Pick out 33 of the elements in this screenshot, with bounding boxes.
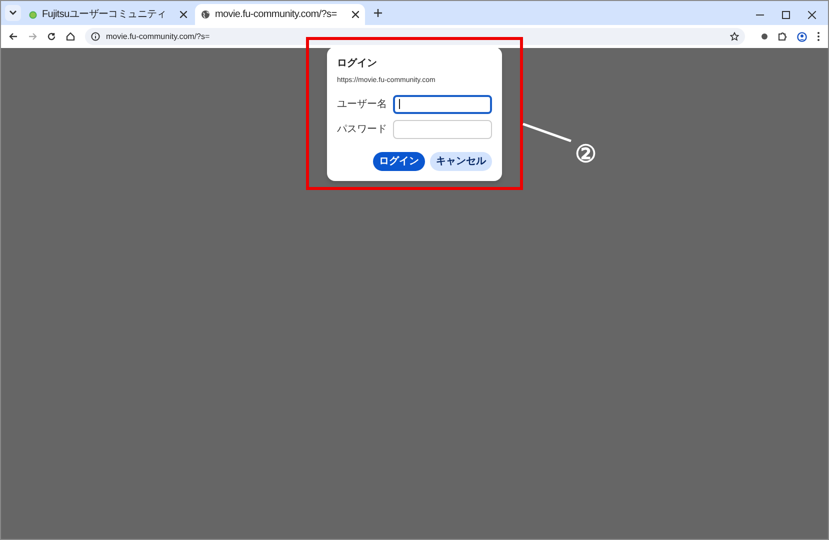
browser-tab[interactable]: Fujitsuユーザーコミュニティ: [23, 4, 193, 25]
plus-icon: [374, 9, 382, 17]
input-field[interactable]: [393, 94, 492, 114]
globe-icon: [201, 10, 210, 19]
browser-tab[interactable]: movie.fu-community.com/?s=: [195, 4, 365, 25]
extension-dot-icon[interactable]: [761, 33, 768, 40]
puzzle-icon[interactable]: [778, 32, 787, 41]
dialog-title: ログイン: [337, 59, 378, 69]
chevron-down-icon: [9, 10, 17, 16]
field-label: パスワード: [337, 122, 388, 136]
back-icon[interactable]: [9, 32, 18, 41]
close-icon[interactable]: [352, 11, 359, 18]
cancel-button[interactable]: キャンセル: [430, 152, 492, 170]
maximize-icon[interactable]: [782, 11, 790, 19]
profile-icon[interactable]: [797, 32, 807, 42]
info-icon[interactable]: [91, 32, 100, 41]
reload-icon[interactable]: [47, 32, 56, 41]
url-text: movie.fu-community.com/?s=: [106, 30, 210, 42]
address-bar[interactable]: movie.fu-community.com/?s=: [85, 28, 745, 45]
field-label: ユーザー名: [337, 98, 388, 112]
close-icon[interactable]: [180, 11, 187, 18]
new-tab-button[interactable]: [371, 6, 385, 20]
menu-icon[interactable]: [817, 32, 820, 41]
close-icon[interactable]: [808, 11, 816, 19]
favicon-icon: [29, 10, 37, 18]
tab-title: movie.fu-community.com/?s=: [215, 8, 338, 20]
home-icon[interactable]: [66, 32, 75, 41]
leader-line: [522, 123, 572, 142]
tab-list-button[interactable]: [5, 5, 21, 21]
star-icon[interactable]: [730, 32, 739, 41]
tab-title: Fujitsuユーザーコミュニティ: [42, 8, 168, 20]
login-button[interactable]: ログイン: [373, 152, 425, 170]
step-number: ②: [575, 143, 597, 167]
